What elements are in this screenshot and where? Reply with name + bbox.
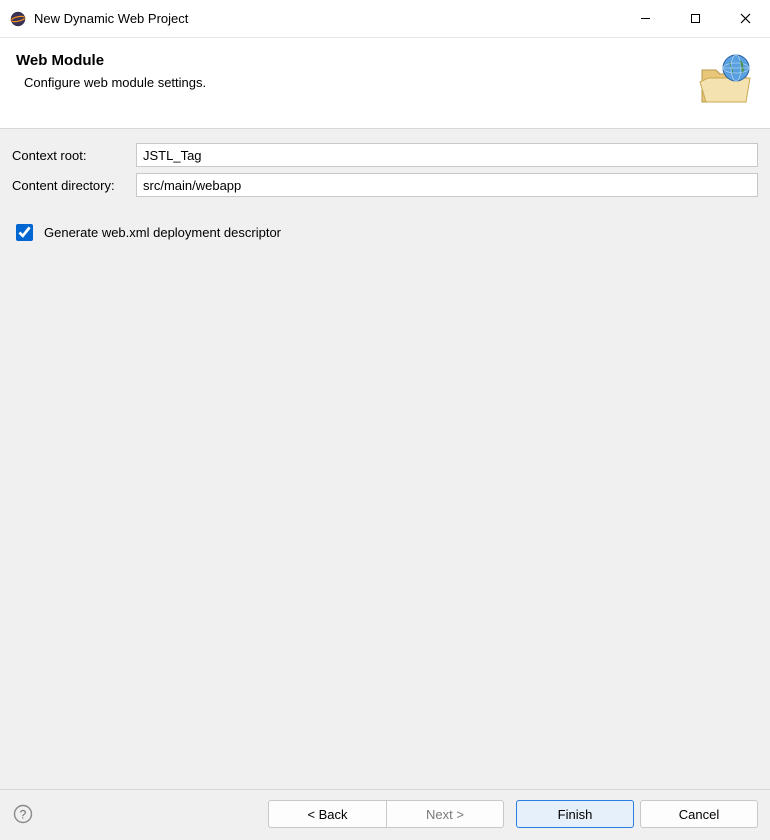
titlebar: New Dynamic Web Project: [0, 0, 770, 38]
cancel-button[interactable]: Cancel: [640, 800, 758, 828]
wizard-header: Web Module Configure web module settings…: [0, 38, 770, 129]
context-root-label: Context root:: [12, 148, 132, 163]
wizard-content: Context root: Content directory: Generat…: [0, 129, 770, 789]
eclipse-icon: [10, 11, 26, 27]
content-directory-row: Content directory:: [12, 173, 758, 197]
generate-webxml-checkbox[interactable]: [16, 224, 33, 241]
svg-text:?: ?: [20, 808, 27, 822]
context-root-input[interactable]: [136, 143, 758, 167]
generate-webxml-row: Generate web.xml deployment descriptor: [12, 221, 758, 244]
footer-buttons: < Back Next > Finish Cancel: [268, 800, 758, 828]
wizard-header-text: Web Module Configure web module settings…: [16, 52, 686, 90]
finish-button[interactable]: Finish: [516, 800, 634, 828]
back-button[interactable]: < Back: [268, 800, 386, 828]
next-button: Next >: [386, 800, 504, 828]
nav-button-group: < Back Next >: [268, 800, 504, 828]
generate-webxml-label[interactable]: Generate web.xml deployment descriptor: [44, 225, 281, 240]
close-button[interactable]: [720, 0, 770, 37]
page-title: Web Module: [16, 52, 686, 69]
context-root-row: Context root:: [12, 143, 758, 167]
maximize-button[interactable]: [670, 0, 720, 37]
window-controls: [620, 0, 770, 37]
minimize-button[interactable]: [620, 0, 670, 37]
content-directory-label: Content directory:: [12, 178, 132, 193]
help-icon[interactable]: ?: [12, 803, 34, 825]
web-project-icon: [696, 52, 754, 110]
wizard-footer: ? < Back Next > Finish Cancel: [0, 789, 770, 840]
window-title: New Dynamic Web Project: [34, 11, 620, 26]
content-directory-input[interactable]: [136, 173, 758, 197]
page-subtitle: Configure web module settings.: [24, 75, 686, 90]
